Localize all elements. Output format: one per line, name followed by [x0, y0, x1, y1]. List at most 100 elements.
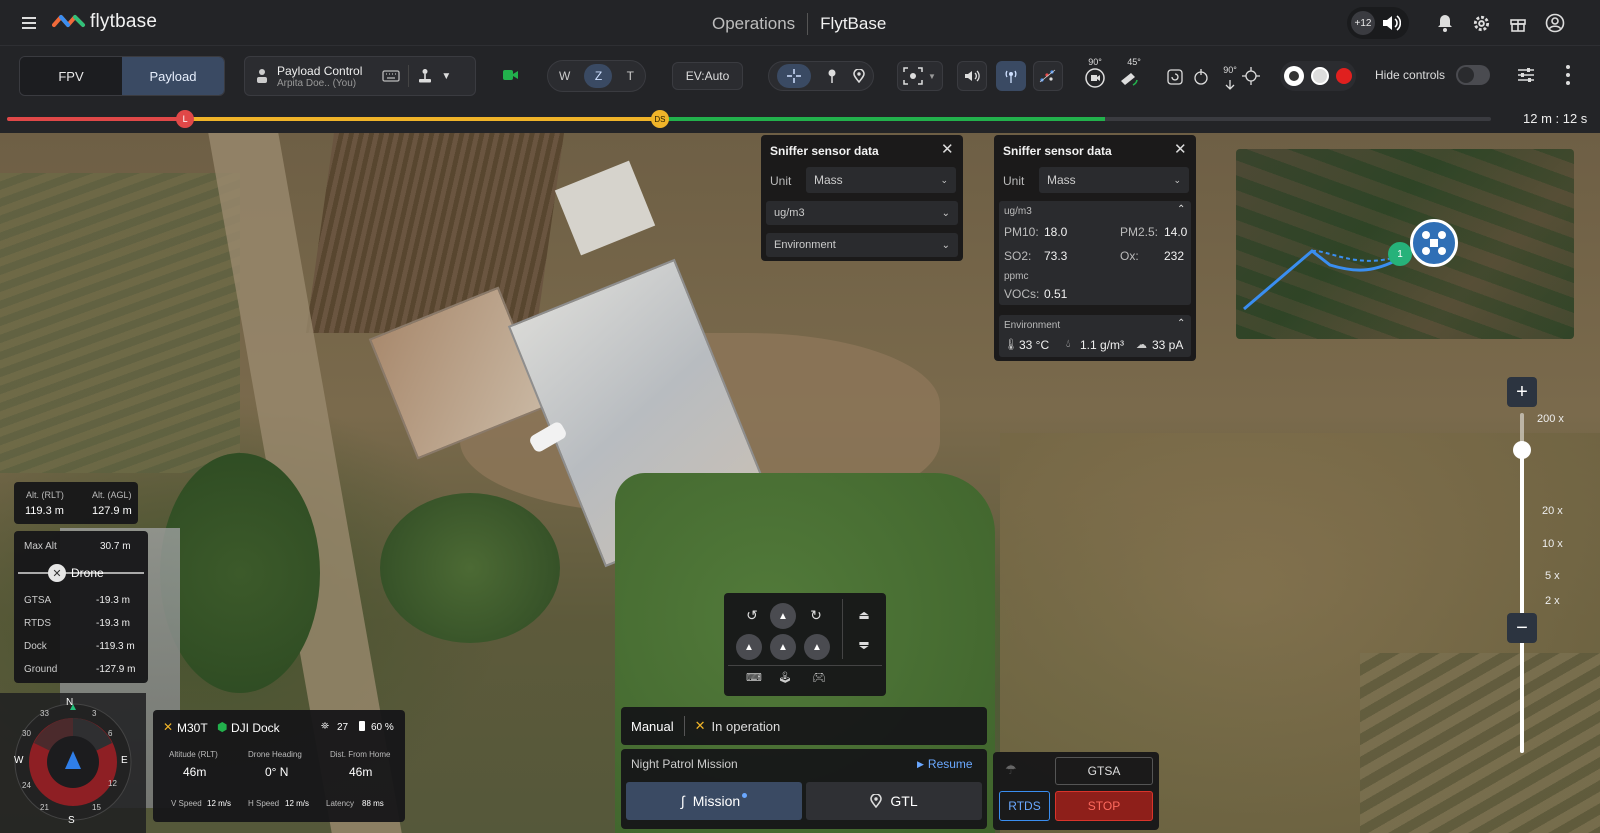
zoom-level-20x: 20 x: [1542, 505, 1563, 517]
mission-active-dot: [742, 792, 748, 798]
forward-button[interactable]: ▲: [770, 603, 796, 629]
drone-camera-feed[interactable]: Sniffer sensor data ✕ Unit Mass ⌄ ug/m3 ⌄ …: [0, 133, 1600, 833]
scatter-view-button[interactable]: [1033, 61, 1063, 91]
compass-north: N: [66, 697, 74, 708]
left-button[interactable]: ▲: [736, 634, 762, 660]
zoom-slider-thumb[interactable]: [1513, 441, 1531, 459]
settings-gear-icon[interactable]: [1472, 14, 1491, 33]
joystick-icon[interactable]: [417, 68, 433, 84]
volume-button[interactable]: [957, 61, 987, 91]
minimap[interactable]: 1: [1236, 149, 1574, 339]
zoom-out-button[interactable]: −: [1507, 613, 1537, 643]
virtual-joystick-panel: ↺ ▲ ↻ ▲ ▲ ▲ ⏏ ⏏ ⌨ 🕹︎ 🎮︎: [724, 593, 886, 696]
stop-button[interactable]: STOP: [1055, 791, 1153, 821]
compass-tick-6: 6: [108, 729, 113, 738]
right-button[interactable]: ▲: [804, 634, 830, 660]
ascend-icon[interactable]: ⏏: [850, 603, 878, 627]
chevron-up-icon[interactable]: ⌃: [1177, 204, 1185, 215]
close-icon[interactable]: ✕: [1174, 140, 1187, 158]
gtsa-button[interactable]: GTSA: [1055, 757, 1153, 785]
gimbal-90b-control[interactable]: 90°: [1218, 60, 1242, 90]
gamepad-icon[interactable]: 🎮︎: [812, 671, 826, 684]
environment-dropdown[interactable]: Environment ⌄: [766, 233, 958, 257]
pin-icon[interactable]: [827, 69, 837, 83]
volume-icon: [965, 70, 980, 82]
joystick-dropdown-chevron-icon[interactable]: ▼: [441, 71, 451, 82]
timeline-marker-landing[interactable]: L: [176, 110, 195, 128]
compass-tick-15: 15: [92, 803, 101, 812]
compass-tick-12: 12: [108, 779, 117, 788]
location-pin-icon[interactable]: [853, 69, 865, 83]
photo-mode-icon[interactable]: [1310, 67, 1329, 85]
tab-fpv[interactable]: FPV: [20, 57, 122, 95]
user-profile-icon[interactable]: [1545, 13, 1565, 33]
record-red-icon[interactable]: [1336, 68, 1353, 84]
altitude-panel: Alt. (RLT) 119.3 m Alt. (AGL) 127.9 m: [14, 482, 138, 524]
keyboard-icon[interactable]: ⌨: [746, 671, 762, 684]
tab-payload[interactable]: Payload: [122, 57, 224, 95]
notification-bell-icon[interactable]: [1436, 14, 1454, 32]
gift-icon[interactable]: [1509, 14, 1527, 32]
vspeed-label: V Speed: [171, 799, 202, 808]
zoom-tele-button[interactable]: T: [627, 69, 634, 83]
participants-badge[interactable]: +12: [1351, 11, 1375, 35]
chevron-up-icon[interactable]: ⌃: [1177, 318, 1185, 329]
unit-dropdown[interactable]: Mass ⌄: [1039, 167, 1189, 193]
brand-name: flytbase: [90, 11, 158, 32]
gimbal-90-record-control[interactable]: 90°: [1080, 57, 1110, 93]
rotate-right-icon[interactable]: ↻: [804, 603, 828, 627]
sniffer-panel-expanded: Sniffer sensor data ✕ Unit Mass ⌄ ug/m3 ⌃…: [994, 135, 1196, 361]
zoom-in-button[interactable]: +: [1507, 377, 1537, 407]
dock-name: DJI Dock: [231, 721, 280, 735]
drone-position-icon[interactable]: [1410, 219, 1458, 267]
mission-control-panel: Night Patrol Mission ▶ Resume ∫ Mission G…: [621, 749, 987, 829]
parachute-icon[interactable]: ☂︎: [1005, 762, 1017, 778]
unit-label: Unit: [770, 174, 792, 188]
humidity-value: 1.1 g/m³: [1080, 338, 1125, 352]
rotate-left-icon[interactable]: ↺: [740, 603, 764, 627]
altitude-scale-panel: Max Alt 30.7 m ✕ Drone GTSA -19.3 m RTDS -1…: [14, 531, 148, 683]
keyboard-icon[interactable]: [382, 70, 401, 82]
ev-auto-button[interactable]: EV:Auto: [672, 62, 743, 90]
hamburger-menu-icon[interactable]: [20, 14, 38, 32]
gimbal-90b-label: 90°: [1223, 65, 1237, 75]
gimbal-reset-icon[interactable]: [1166, 68, 1184, 86]
compass-tick-3: 3: [92, 709, 97, 718]
descend-icon[interactable]: ⏏: [850, 634, 878, 658]
compass-dial: [14, 703, 132, 821]
capture-mode-icon[interactable]: [1283, 66, 1304, 86]
crosshair-icon[interactable]: [777, 64, 811, 88]
current-value: 33 pA: [1152, 338, 1184, 352]
gimbal-yaw-icon[interactable]: [1192, 67, 1210, 87]
speaker-icon[interactable]: [1381, 14, 1401, 32]
video-record-icon[interactable]: [503, 68, 519, 82]
mission-button[interactable]: ∫ Mission: [626, 782, 802, 820]
joystick-icon[interactable]: 🕹︎: [778, 671, 792, 684]
gimbal-center-icon[interactable]: [1242, 67, 1260, 85]
gimbal-45-control[interactable]: 45°: [1114, 57, 1144, 93]
minimap-waypoint[interactable]: 1: [1388, 242, 1412, 266]
gas-sensor-button[interactable]: [996, 61, 1026, 91]
timeline-marker-ds[interactable]: DS: [650, 110, 669, 128]
operation-status: In operation: [711, 718, 781, 734]
payload-toolbar: FPV Payload Payload Control Arpita Doe..…: [0, 46, 1600, 106]
more-options-icon[interactable]: [1566, 65, 1570, 85]
ppmc-label: ppmc: [1004, 271, 1029, 282]
zoom-z-button[interactable]: Z: [584, 64, 613, 88]
gtl-button[interactable]: GTL: [806, 782, 982, 820]
record-mode-group: [1280, 61, 1356, 91]
section-ug-m3-label: ug/m3: [1004, 206, 1032, 217]
resume-button[interactable]: ▶ Resume: [917, 757, 973, 771]
sliders-settings-icon[interactable]: [1517, 67, 1535, 83]
ug-m3-dropdown[interactable]: ug/m3 ⌄: [766, 201, 958, 225]
unit-dropdown[interactable]: Mass ⌄: [806, 167, 956, 193]
zoom-wide-button[interactable]: W: [559, 69, 570, 83]
rtds-button[interactable]: RTDS: [999, 791, 1050, 821]
hide-controls-toggle[interactable]: [1456, 65, 1490, 85]
gimbal-45-label: 45°: [1127, 57, 1141, 67]
focus-select-button[interactable]: ▼: [897, 61, 943, 91]
close-icon[interactable]: ✕: [941, 140, 954, 158]
point-mode-group: [768, 61, 874, 91]
backward-button[interactable]: ▲: [770, 634, 796, 660]
flight-mode: Manual: [631, 718, 674, 734]
